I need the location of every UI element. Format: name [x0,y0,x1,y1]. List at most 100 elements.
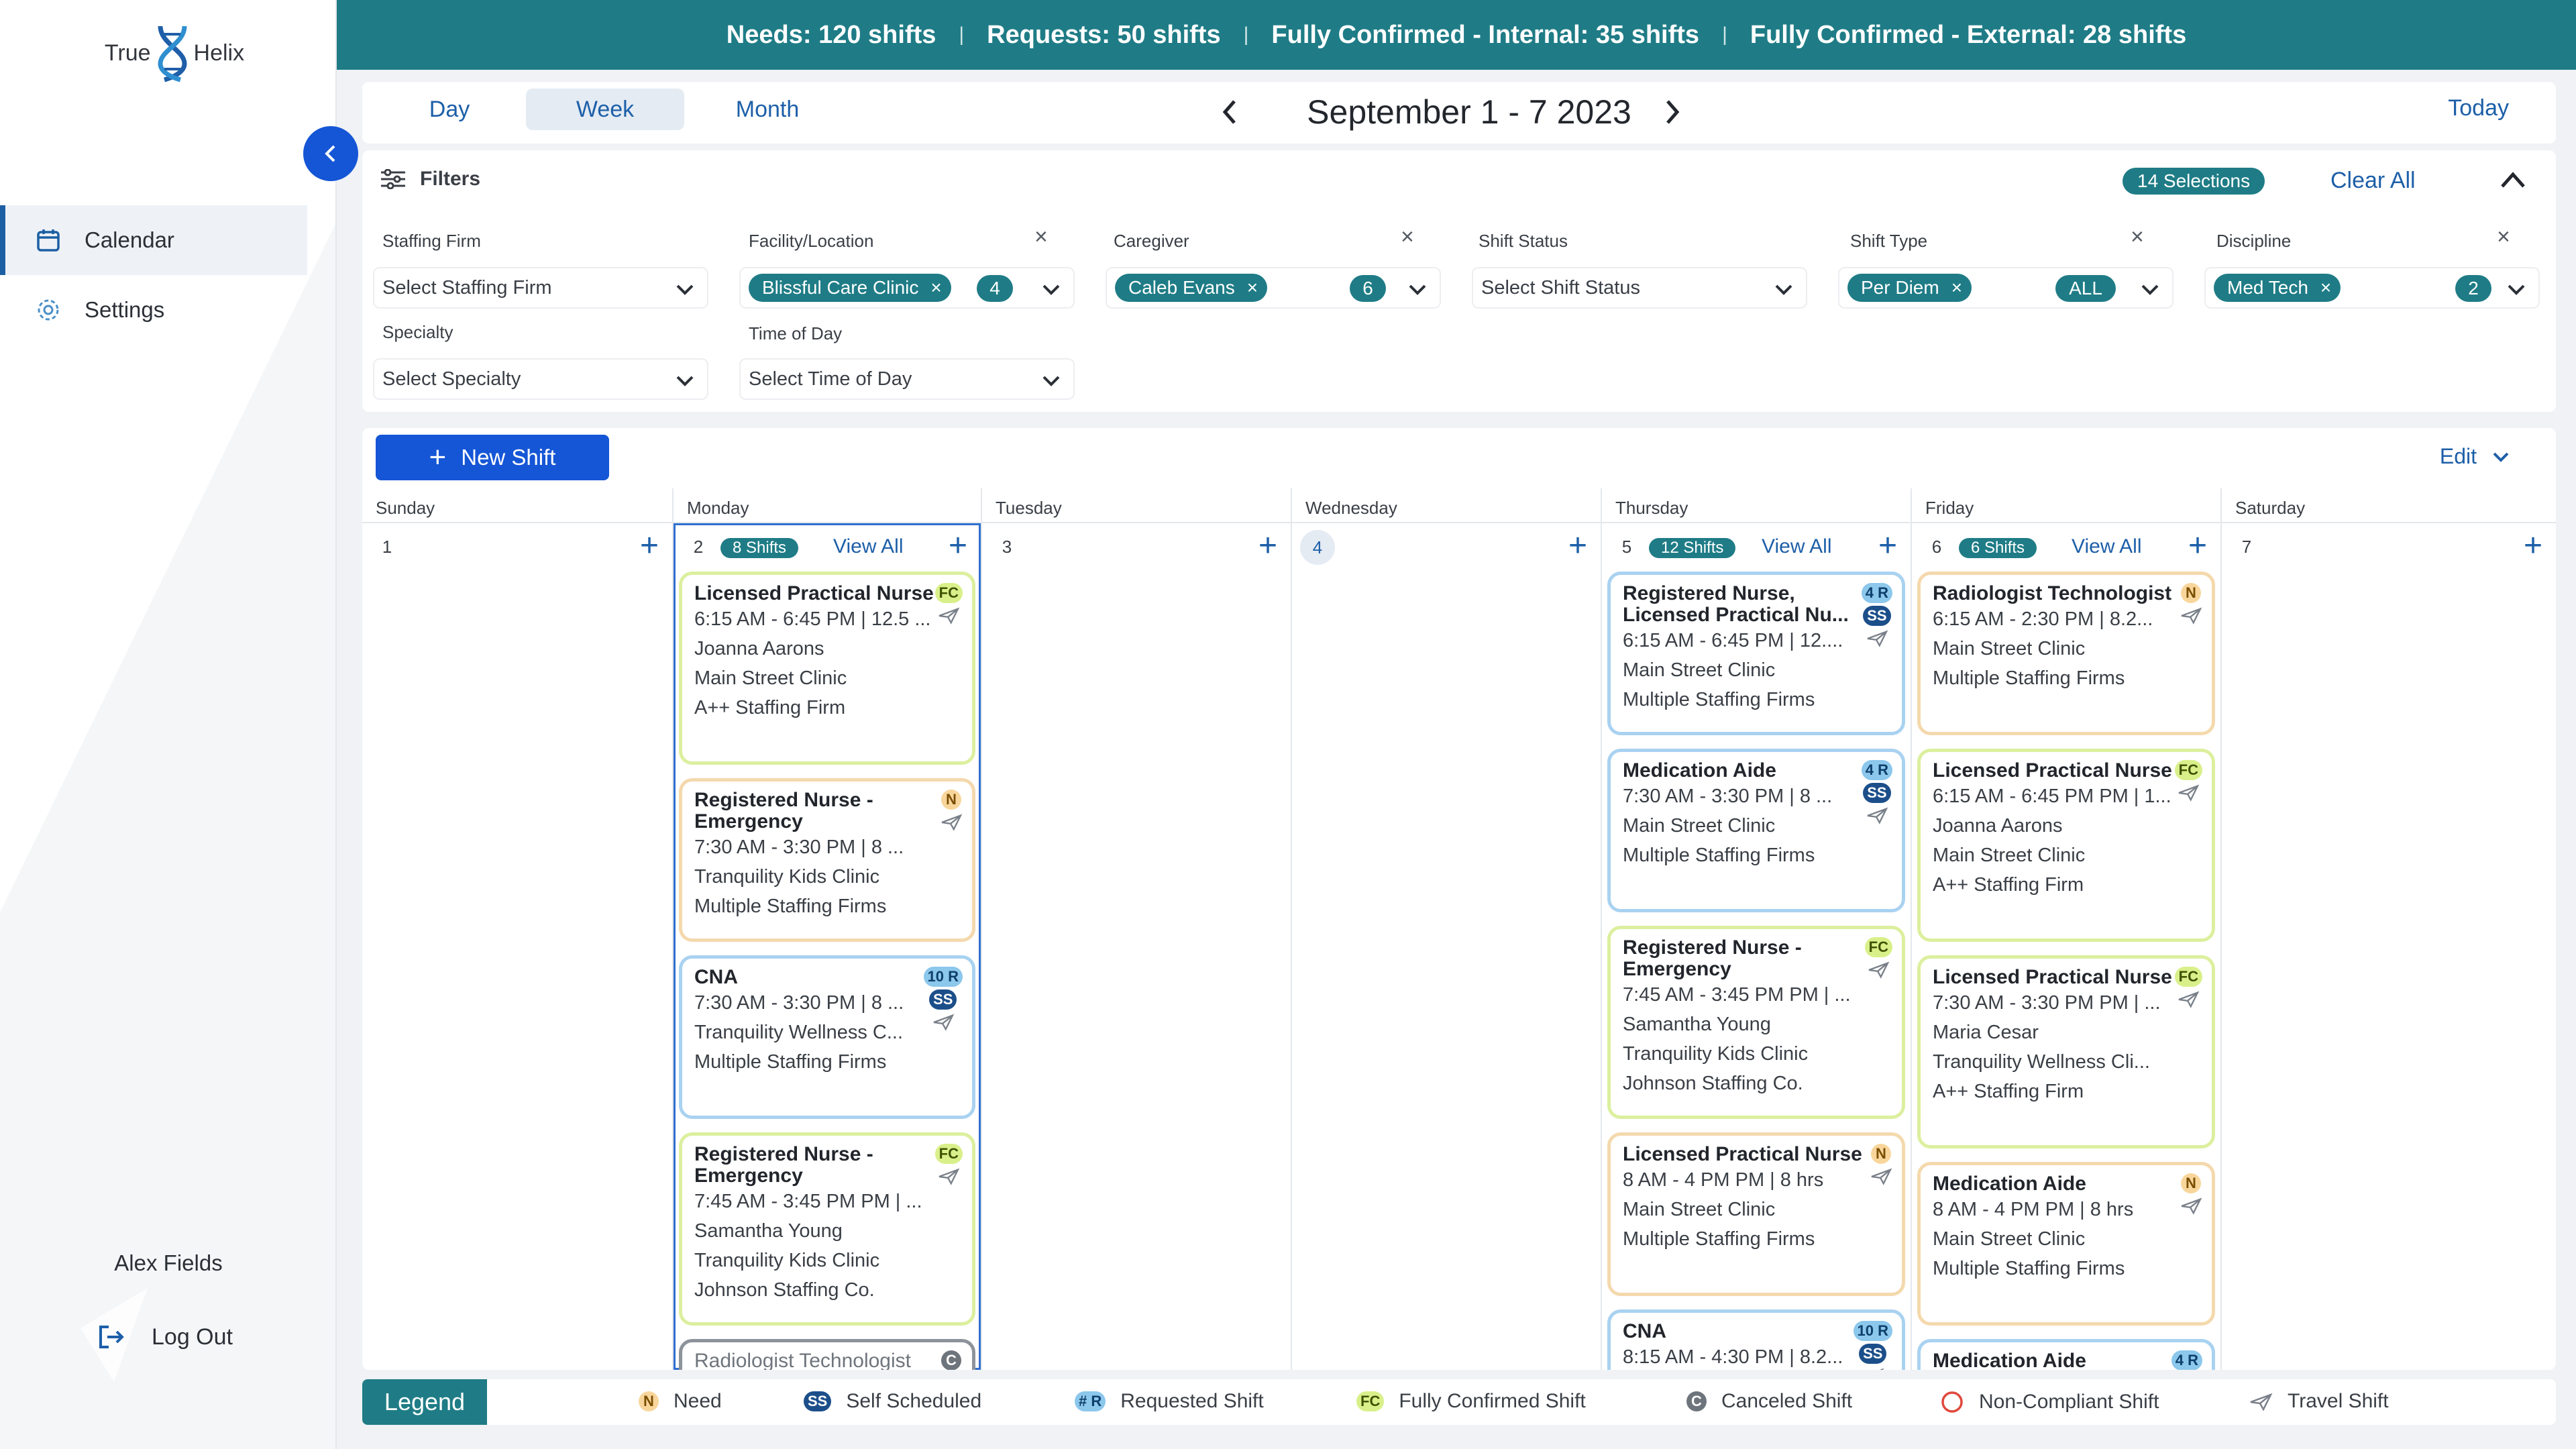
shift-card[interactable]: Radiologist Technologist 6:15 AM - 2:30 P… [1917,572,2215,735]
legend-requested: # R Requested Shift [1075,1390,1264,1413]
shift-card[interactable]: Medication Aide 8 AM - 4 PM PM | 8 hrs Mai… [1917,1162,2215,1326]
clear-caregiver-icon[interactable]: × [1401,224,1414,250]
shift-card[interactable]: Registered Nurse, Licensed Practical Nu.… [1607,572,1905,735]
shift-card[interactable]: Licensed Practical Nurse 6:15 AM - 6:45 P… [679,572,975,765]
shift-status-badge: SS [929,989,957,1010]
staffing-firm-select[interactable]: Select Staffing Firm [373,267,708,309]
previous-week-button[interactable] [1213,95,1246,129]
next-week-button[interactable] [1656,95,1689,129]
add-shift-button[interactable]: + [1258,530,1277,562]
new-shift-button[interactable]: + New Shift [376,435,609,480]
shift-type-select[interactable]: Per Diem × ALL [1838,267,2174,309]
shift-detail: Multiple Staffing Firms [1623,1228,1815,1250]
time-of-day-select[interactable]: Select Time of Day [739,358,1075,400]
clear-discipline-icon[interactable]: × [2497,224,2510,250]
logout-button[interactable]: Log Out [97,1323,233,1351]
discipline-chip-label: Med Tech [2227,277,2308,298]
add-shift-button[interactable]: + [2188,530,2207,562]
shift-card[interactable]: CNA 7:30 AM - 3:30 PM | 8 ... Tranquility … [679,955,975,1119]
clear-shift-type-icon[interactable]: × [2131,224,2144,250]
remove-chip-icon[interactable]: × [930,277,941,299]
shift-detail: Tranquility Wellness C... [694,1022,904,1043]
shift-title: Licensed Practical Nurse [694,582,934,604]
summary-separator: | [1243,23,1249,46]
shift-count-badge: 6 Shifts [1959,538,2037,558]
add-shift-button[interactable]: + [1568,530,1587,562]
shift-card[interactable]: Licensed Practical Nurse 6:15 AM - 6:45 P… [1917,749,2215,942]
shift-card[interactable]: Medication Aide7:30 AM - 3:30 PM | 8 ...… [1607,749,1905,912]
facility-select[interactable]: Blissful Care Clinic × 4 [739,267,1075,309]
airplane-icon [938,1168,960,1185]
specialty-select[interactable]: Select Specialty [373,358,708,400]
collapse-filters-button[interactable] [2498,166,2528,197]
caregiver-chip[interactable]: Caleb Evans × [1115,274,1268,302]
airplane-icon [2178,784,2200,802]
sidebar-item-calendar[interactable]: Calendar [0,205,307,275]
shift-card[interactable]: Licensed Practical Nurse 7:30 AM - 3:30 P… [1917,955,2215,1148]
tab-day[interactable]: Day [376,89,523,130]
day-body[interactable]: 6 6 Shifts View All + Radiologist Technologi… [1912,523,2220,1370]
shift-card[interactable]: Medication Aide7:30 AM - 3:30 PM | 8 ...… [1917,1339,2215,1370]
sidebar-item-settings[interactable]: Settings [0,275,307,345]
shift-detail: Main Street Clinic [1933,1228,2086,1250]
discipline-chip[interactable]: Med Tech × [2214,274,2341,302]
view-all-link[interactable]: View All [2072,535,2142,558]
shift-detail: 8 AM - 4 PM PM | 8 hrs [1933,1199,2134,1220]
discipline-select[interactable]: Med Tech × 2 [2204,267,2540,309]
day-header: Monday [674,488,981,523]
day-header: Wednesday [1292,488,1601,523]
day-body[interactable]: 7 + [2222,523,2556,1370]
day-header: Saturday [2222,488,2556,523]
shift-detail: Multiple Staffing Firms [1623,689,1815,710]
date-range-title: September 1 - 7 2023 [1307,93,1631,131]
add-shift-button[interactable]: + [949,530,967,562]
shift-title: Registered Nurse - Emergency [1623,936,1802,980]
shift-summary-bar: Needs: 120 shifts | Requests: 50 shifts … [337,0,2576,70]
clear-facility-icon[interactable]: × [1034,224,1048,250]
add-shift-button[interactable]: + [2524,530,2542,562]
day-body[interactable]: 5 12 Shifts View All + Registered Nurse, Lic… [1602,523,1911,1370]
day-body[interactable]: 3 + [982,523,1291,1370]
day-body[interactable]: 2 8 Shifts View All + Licensed Practical Nur… [674,523,981,1370]
summary-separator: | [959,23,965,46]
filters-title: Filters [420,168,481,190]
clear-all-button[interactable]: Clear All [2330,168,2416,194]
view-all-link[interactable]: View All [1762,535,1832,558]
chevron-down-icon [1409,284,1426,295]
day-body[interactable]: 1 + [362,523,672,1370]
shift-card[interactable]: Registered Nurse - Emergency 7:45 AM - 3:… [1607,926,1905,1119]
fully-confirmed-badge: FC [1356,1391,1385,1411]
day-number: 3 [1002,536,1012,557]
shift-type-chip[interactable]: Per Diem × [1847,274,1972,302]
shift-card[interactable]: Registered Nurse - Emergency 7:30 AM - 3:… [679,778,975,942]
today-button[interactable]: Today [2448,95,2509,121]
add-shift-button[interactable]: + [640,530,659,562]
shift-badges: FC [2174,967,2202,1008]
shift-card[interactable]: Licensed Practical Nurse 8 AM - 4 PM PM |… [1607,1132,1905,1296]
shift-card[interactable]: CNA8:15 AM - 4:30 PM | 8.2...Tranquility… [1607,1309,1905,1370]
remove-chip-icon[interactable]: × [2320,277,2331,299]
summary-confirmed-external: Fully Confirmed - External: 28 shifts [1750,20,2187,49]
collapse-sidebar-button[interactable] [303,126,358,181]
tab-week[interactable]: Week [526,89,684,130]
filters-header[interactable]: Filters [380,168,480,191]
airplane-icon [1867,807,1888,824]
facility-chip[interactable]: Blissful Care Clinic × [749,274,951,302]
shift-detail: A++ Staffing Firm [694,697,846,718]
remove-chip-icon[interactable]: × [1951,277,1962,299]
shift-detail: Tranquility Wellness Cli... [1933,1051,2150,1073]
day-body[interactable]: 4 + [1292,523,1601,1370]
shift-detail: Main Street Clinic [1933,845,2086,866]
caregiver-select[interactable]: Caleb Evans × 6 [1106,267,1441,309]
edit-button[interactable]: Edit [2440,444,2510,469]
shift-status-select[interactable]: Select Shift Status [1472,267,1807,309]
remove-chip-icon[interactable]: × [1247,277,1258,299]
facility-count-badge: 4 [977,275,1013,302]
add-shift-button[interactable]: + [1878,530,1897,562]
canceled-badge: C [1686,1391,1707,1411]
shift-card[interactable]: Radiologist Technologist C [679,1339,975,1370]
tab-month[interactable]: Month [687,89,848,130]
app-logo[interactable]: True Helix [94,23,255,83]
view-all-link[interactable]: View All [833,535,904,558]
shift-card[interactable]: Registered Nurse - Emergency 7:45 AM - 3:… [679,1132,975,1326]
